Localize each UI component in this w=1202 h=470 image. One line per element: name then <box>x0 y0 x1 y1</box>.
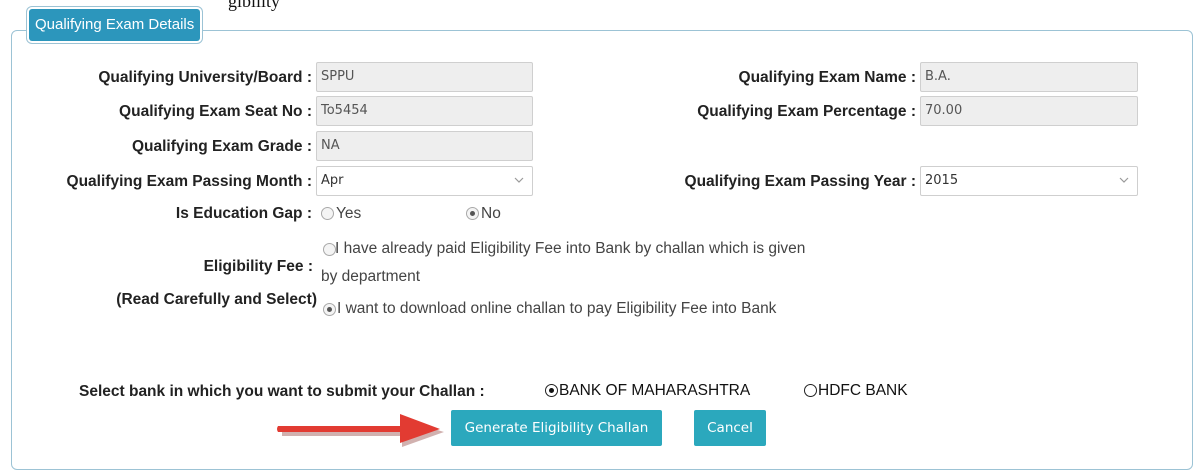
passing-month-select[interactable]: Apr <box>316 166 533 196</box>
red-arrow-icon <box>277 414 444 447</box>
education-gap-no-label[interactable]: No <box>481 205 501 223</box>
education-gap-label: Is Education Gap : <box>175 205 312 222</box>
education-gap-yes-radio[interactable] <box>321 207 334 220</box>
passing-year-value: 2015 <box>925 173 959 188</box>
fee-already-paid-label-line1[interactable]: I have already paid Eligibility Fee into… <box>335 240 805 258</box>
passing-month-value: Apr <box>321 173 344 188</box>
grade-field[interactable]: NA <box>316 131 533 161</box>
chevron-down-icon <box>1119 177 1129 183</box>
percentage-field[interactable]: 70.00 <box>920 96 1138 126</box>
university-field[interactable]: SPPU <box>316 62 533 92</box>
section-legend: Qualifying Exam Details <box>29 9 201 41</box>
passing-month-label: Qualifying Exam Passing Month : <box>66 173 312 190</box>
passing-year-select[interactable]: 2015 <box>920 166 1138 196</box>
bank-select-label: Select bank in which you want to submit … <box>79 383 485 400</box>
education-gap-no-radio[interactable] <box>466 207 479 220</box>
exam-name-field[interactable]: B.A. <box>920 62 1138 92</box>
eligibility-fee-label: Eligibility Fee : <box>203 258 313 275</box>
percentage-label: Qualifying Exam Percentage : <box>697 103 916 120</box>
seat-no-label: Qualifying Exam Seat No : <box>119 103 312 120</box>
university-label: Qualifying University/Board : <box>98 69 312 86</box>
cancel-button[interactable]: Cancel <box>694 410 766 446</box>
bank-maharashtra-radio[interactable] <box>545 384 558 397</box>
fee-download-challan-radio[interactable] <box>323 303 336 316</box>
bank-hdfc-radio[interactable] <box>804 384 817 397</box>
seat-no-field[interactable]: To5454 <box>316 96 533 126</box>
grade-label: Qualifying Exam Grade : <box>131 138 312 155</box>
eligibility-fee-note: (Read Carefully and Select) <box>116 291 317 308</box>
education-gap-yes-label[interactable]: Yes <box>336 205 361 223</box>
chevron-down-icon <box>514 177 524 183</box>
fee-download-challan-label[interactable]: I want to download online challan to pay… <box>337 300 776 318</box>
passing-year-label: Qualifying Exam Passing Year : <box>684 173 916 190</box>
hdfc-bank-label[interactable]: HDFC BANK <box>818 382 908 400</box>
page-heading-fragment: gibility <box>228 0 281 11</box>
fee-already-paid-label-line2[interactable]: by department <box>321 268 420 286</box>
exam-name-label: Qualifying Exam Name : <box>738 69 916 86</box>
generate-eligibility-challan-button[interactable]: Generate Eligibility Challan <box>451 410 662 446</box>
bank-maharashtra-label[interactable]: BANK OF MAHARASHTRA <box>559 382 750 400</box>
